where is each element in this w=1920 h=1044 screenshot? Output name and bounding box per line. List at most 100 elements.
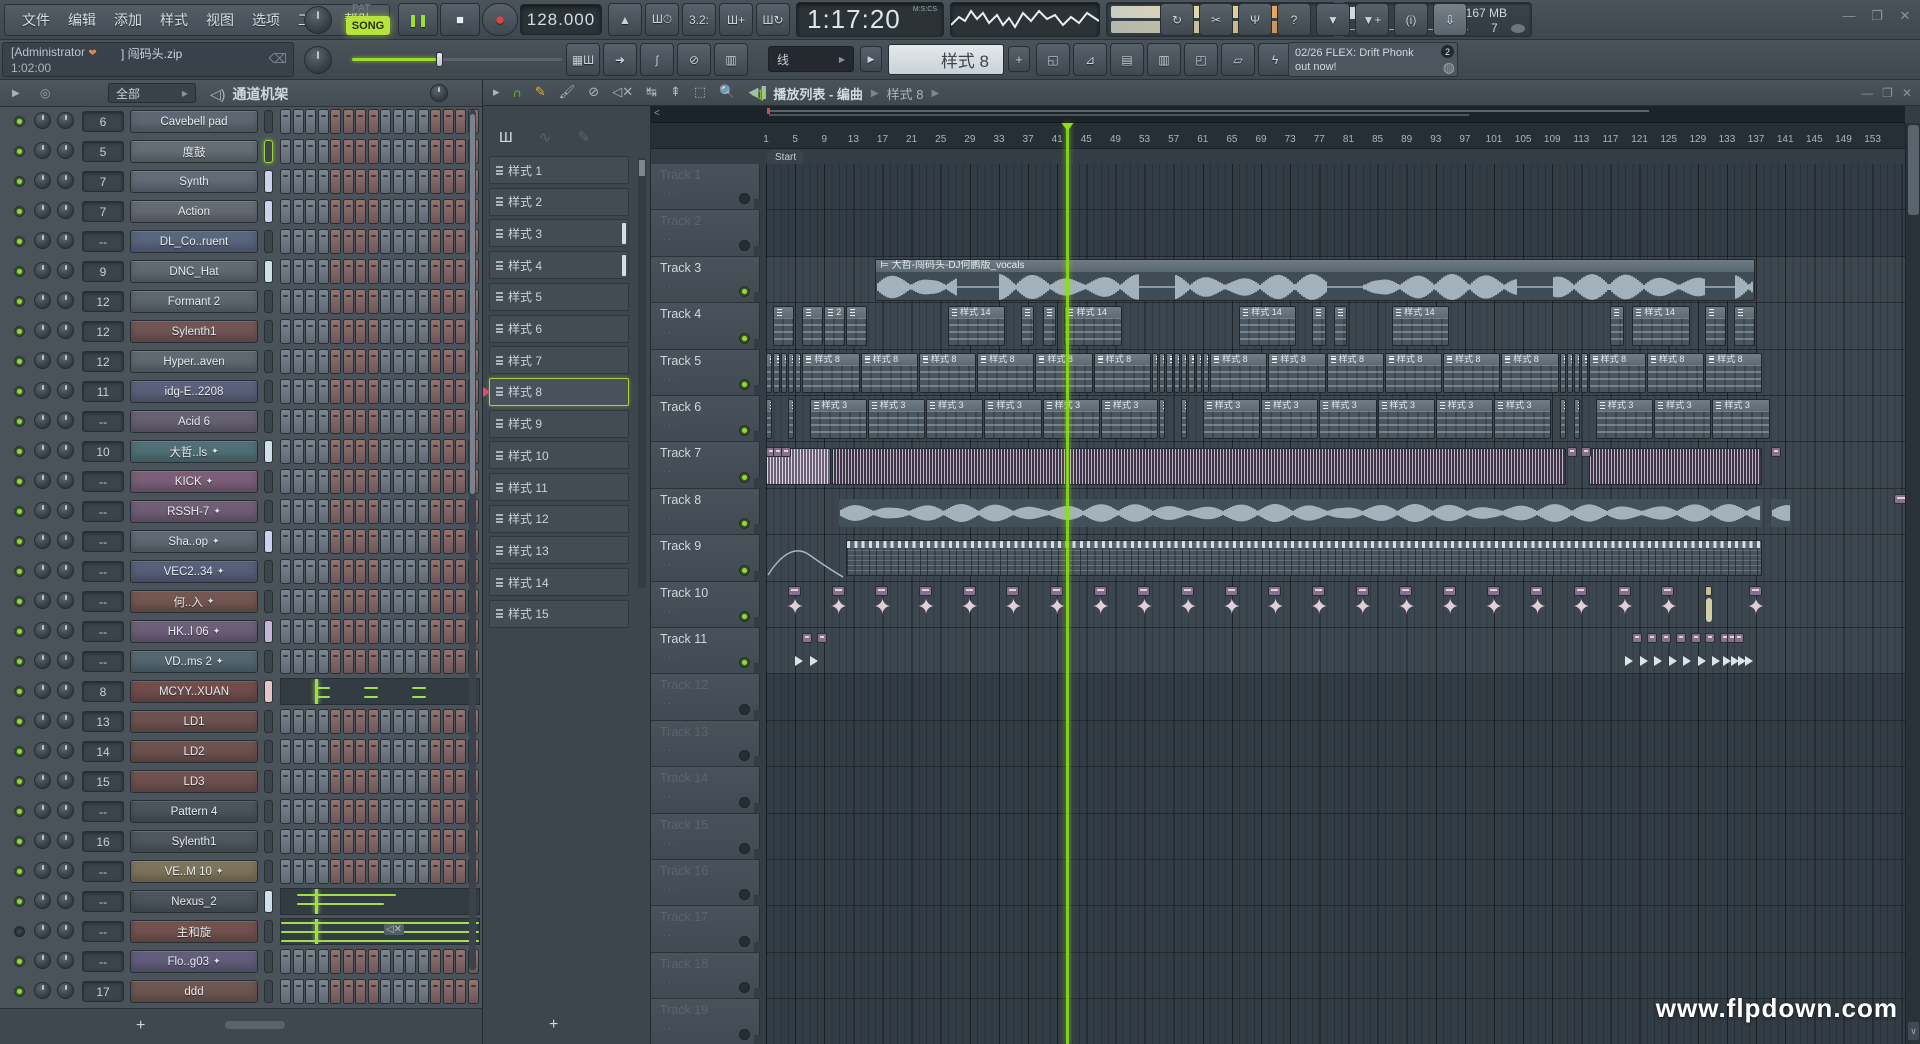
- browser-view-icon[interactable]: ◰: [1184, 43, 1218, 76]
- step-cell[interactable]: [418, 559, 429, 584]
- step-cell[interactable]: [368, 409, 379, 434]
- step-cell[interactable]: [430, 379, 441, 404]
- channel-filter-dropdown[interactable]: 全部 ▶: [108, 83, 196, 103]
- clip-header-chip[interactable]: [1771, 447, 1781, 457]
- channel-name-button[interactable]: Hyper..aven: [130, 350, 258, 373]
- pattern-select-bar[interactable]: [264, 170, 273, 193]
- step-cell[interactable]: [280, 439, 291, 464]
- pattern-clip[interactable]: 样式 8: [1589, 353, 1646, 393]
- channel-name-button[interactable]: LD2: [130, 740, 258, 763]
- channel-mute-led[interactable]: [14, 836, 25, 847]
- step-cell[interactable]: [405, 829, 416, 854]
- step-cell[interactable]: [355, 169, 366, 194]
- audio-oneshot-clip[interactable]: ✦: [1137, 586, 1151, 626]
- audio-tab[interactable]: ∿: [539, 128, 552, 146]
- step-cell[interactable]: [355, 829, 366, 854]
- channel-volume-knob[interactable]: [57, 172, 74, 189]
- track-options-dots[interactable]: ···: [663, 281, 678, 291]
- pattern-clip[interactable]: 样式 3: [1654, 399, 1711, 439]
- step-cell[interactable]: [443, 589, 454, 614]
- step-cell[interactable]: [355, 799, 366, 824]
- step-cell[interactable]: [343, 259, 354, 284]
- pattern-select-bar[interactable]: [264, 500, 273, 523]
- step-cell[interactable]: [418, 979, 429, 1004]
- step-cell[interactable]: [418, 289, 429, 314]
- scroll-down-arrow[interactable]: ∨: [1908, 1022, 1919, 1040]
- track-led-on[interactable]: [739, 565, 750, 576]
- step-cell[interactable]: [305, 169, 316, 194]
- channel-name-button[interactable]: Sha..op✦: [130, 530, 258, 553]
- step-cell[interactable]: [393, 739, 404, 764]
- wait-for-input-icon[interactable]: Ш⏱: [645, 3, 679, 36]
- main-volume-knob[interactable]: [304, 6, 332, 34]
- pattern-selector-display[interactable]: 样式 8: [888, 44, 1004, 75]
- step-cell[interactable]: [305, 589, 316, 614]
- step-cell[interactable]: [430, 859, 441, 884]
- channel-mute-led[interactable]: [14, 476, 25, 487]
- step-cell[interactable]: [405, 379, 416, 404]
- time-display[interactable]: 1:17:20 M:S:CS: [796, 2, 944, 37]
- channel-mute-led[interactable]: [14, 716, 25, 727]
- channel-volume-knob[interactable]: [57, 862, 74, 879]
- step-cell[interactable]: [455, 469, 466, 494]
- pattern-clip[interactable]: [1181, 353, 1187, 393]
- trash-icon[interactable]: ⌫: [269, 51, 287, 67]
- step-cell[interactable]: [443, 289, 454, 314]
- channel-volume-knob[interactable]: [57, 142, 74, 159]
- channel-target-number[interactable]: --: [82, 561, 124, 582]
- step-cell[interactable]: [443, 439, 454, 464]
- pattern-clip[interactable]: 样式 3: [984, 399, 1041, 439]
- step-cell[interactable]: [430, 589, 441, 614]
- channel-mute-led[interactable]: [14, 206, 25, 217]
- channel-target-number[interactable]: 10: [82, 441, 124, 462]
- audio-clip-thin[interactable]: [839, 499, 1763, 527]
- step-cell[interactable]: [368, 649, 379, 674]
- pattern-clip[interactable]: [795, 353, 801, 393]
- channel-pan-knob[interactable]: [34, 712, 51, 729]
- step-cell[interactable]: [455, 649, 466, 674]
- step-cell[interactable]: [380, 589, 391, 614]
- step-recording-icon[interactable]: 3.2:: [682, 3, 716, 36]
- step-cell[interactable]: [430, 229, 441, 254]
- step-cell[interactable]: [305, 349, 316, 374]
- track-led-on[interactable]: [739, 379, 750, 390]
- step-cell[interactable]: [343, 589, 354, 614]
- channel-volume-knob[interactable]: [57, 712, 74, 729]
- step-cell[interactable]: [280, 739, 291, 764]
- track-lane[interactable]: [766, 721, 1905, 767]
- channel-mute-led[interactable]: [14, 596, 25, 607]
- playhead-marker[interactable]: [1061, 123, 1073, 131]
- channel-name-button[interactable]: idg-E..2208: [130, 380, 258, 403]
- track-options-dots[interactable]: ···: [663, 1023, 678, 1033]
- channel-name-button[interactable]: DNC_Hat: [130, 260, 258, 283]
- track-lane[interactable]: [766, 814, 1905, 860]
- pattern-clip[interactable]: 样式 8: [1443, 353, 1500, 393]
- stop-button[interactable]: ■: [440, 3, 480, 36]
- track-lane[interactable]: [766, 582, 1905, 628]
- step-cell[interactable]: [280, 649, 291, 674]
- channel-pan-knob[interactable]: [34, 502, 51, 519]
- channel-mute-led[interactable]: [14, 986, 25, 997]
- step-cell[interactable]: [418, 319, 429, 344]
- piano-roll-tab[interactable]: Ш: [499, 129, 513, 146]
- track-options-dots[interactable]: ···: [663, 838, 678, 848]
- step-cell[interactable]: [455, 709, 466, 734]
- step-cell[interactable]: [380, 109, 391, 134]
- step-cell[interactable]: [393, 229, 404, 254]
- step-cell[interactable]: [318, 409, 329, 434]
- channel-name-button[interactable]: 度鼓: [130, 140, 258, 163]
- pattern-clip[interactable]: [766, 353, 772, 393]
- step-cell[interactable]: [430, 979, 441, 1004]
- restore-button[interactable]: ❐: [1868, 8, 1886, 24]
- step-cell[interactable]: [430, 769, 441, 794]
- pattern-item[interactable]: 样式 9: [489, 410, 629, 438]
- step-cell[interactable]: [455, 529, 466, 554]
- step-cell[interactable]: [380, 139, 391, 164]
- channel-name-button[interactable]: VE..M 10✦: [130, 860, 258, 883]
- pattern-item[interactable]: 样式 7: [489, 346, 629, 374]
- step-cell[interactable]: [418, 799, 429, 824]
- step-cell[interactable]: [430, 319, 441, 344]
- step-cell[interactable]: [355, 559, 366, 584]
- channel-volume-knob[interactable]: [57, 982, 74, 999]
- step-cell[interactable]: [430, 499, 441, 524]
